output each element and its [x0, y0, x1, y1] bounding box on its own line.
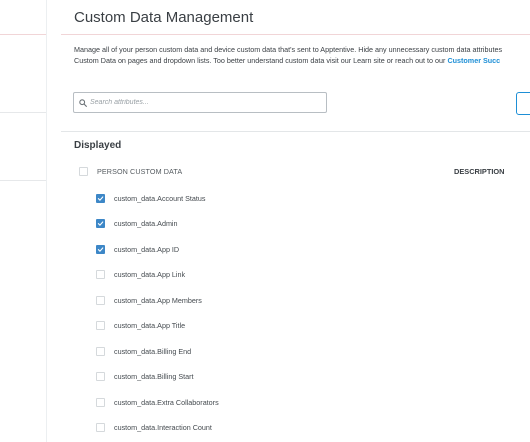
list-item[interactable]: custom_data.Admin [96, 218, 396, 230]
column-header-description: DESCRIPTION [454, 167, 505, 176]
list-item[interactable]: custom_data.Billing End [96, 345, 396, 357]
attribute-label: custom_data.Interaction Count [114, 423, 212, 432]
list-item[interactable]: custom_data.App Link [96, 269, 396, 281]
attribute-label: custom_data.Billing Start [114, 372, 194, 381]
page-title: Custom Data Management [74, 9, 254, 26]
attribute-checkbox[interactable] [96, 193, 105, 203]
action-button[interactable] [516, 92, 530, 115]
list-item[interactable]: custom_data.Billing Start [96, 371, 396, 383]
sidebar-divider [0, 180, 46, 181]
attribute-label: custom_data.Billing End [114, 346, 192, 356]
page-description: Manage all of your person custom data an… [74, 44, 530, 66]
attribute-checkbox[interactable] [96, 321, 105, 330]
sidebar-divider [0, 34, 46, 35]
attribute-checkbox[interactable] [96, 244, 105, 254]
attribute-checkbox[interactable] [96, 346, 105, 356]
customer-success-link[interactable]: Customer Succ [447, 56, 500, 65]
attribute-checkbox[interactable] [96, 397, 105, 407]
column-header-person-custom-data: PERSON CUSTOM DATA [97, 167, 183, 176]
attribute-checkbox[interactable] [96, 423, 105, 432]
attribute-checkbox[interactable] [96, 295, 105, 305]
search-icon [79, 98, 87, 107]
title-divider [61, 34, 530, 35]
description-line-2-text: Custom Data on pages and dropdown lists.… [74, 56, 448, 65]
list-item[interactable]: custom_data.App ID [96, 243, 396, 255]
attribute-label: custom_data.App ID [114, 244, 180, 254]
attribute-checkbox[interactable] [96, 270, 105, 279]
attribute-label: custom_data.App Members [114, 295, 202, 305]
list-item[interactable]: custom_data.App Members [96, 294, 396, 306]
search-input[interactable] [90, 99, 310, 106]
list-item[interactable]: custom_data.Extra Collaborators [96, 396, 396, 408]
list-item[interactable]: custom_data.Account Status [96, 192, 396, 204]
attribute-checkbox[interactable] [96, 219, 105, 228]
check-icon [97, 221, 104, 226]
section-divider [61, 131, 530, 132]
select-all-checkbox[interactable] [79, 167, 88, 176]
check-icon [97, 246, 104, 252]
check-icon [97, 195, 104, 201]
description-line-1: Manage all of your person custom data an… [74, 45, 503, 54]
search-box[interactable] [73, 92, 327, 113]
list-item[interactable]: custom_data.App Title [96, 320, 396, 332]
section-title: Displayed [74, 140, 122, 151]
attribute-label: custom_data.App Title [114, 321, 186, 330]
sidebar-divider [0, 112, 46, 113]
attribute-label: custom_data.Extra Collaborators [114, 397, 219, 407]
attribute-label: custom_data.App Link [114, 270, 186, 279]
attribute-checkbox[interactable] [96, 372, 105, 381]
list-item[interactable]: custom_data.Interaction Count [96, 422, 396, 434]
description-line-2: Custom Data on pages and dropdown lists.… [74, 55, 530, 66]
table-header: PERSON CUSTOM DATA DESCRIPTION [79, 166, 530, 178]
attribute-label: custom_data.Account Status [114, 193, 206, 203]
attribute-label: custom_data.Admin [114, 219, 178, 228]
sidebar [0, 0, 47, 442]
